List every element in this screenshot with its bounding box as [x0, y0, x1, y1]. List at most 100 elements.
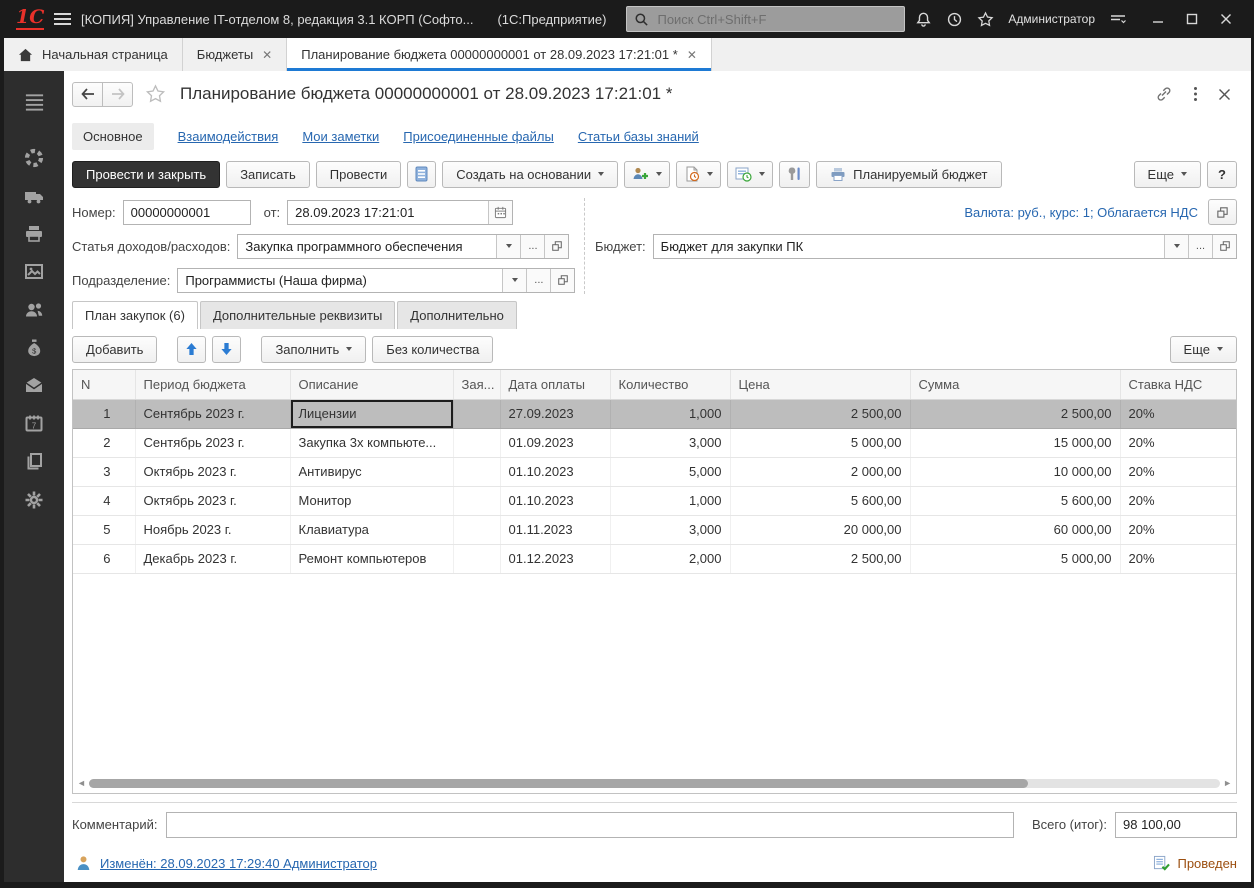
choose-icon[interactable]: ...	[526, 269, 550, 292]
col-header-vat-rate[interactable]: Ставка НДС	[1120, 370, 1236, 399]
scroll-left-icon[interactable]: ◄	[77, 779, 86, 788]
modified-link[interactable]: Изменён: 28.09.2023 17:29:40 Администрат…	[100, 856, 377, 871]
service-menu-icon[interactable]	[1109, 11, 1127, 27]
choose-icon[interactable]: ...	[520, 235, 544, 258]
table-row[interactable]: 6Декабрь 2023 г.Ремонт компьютеров01.12.…	[73, 544, 1236, 573]
more-menu-icon[interactable]	[1193, 86, 1198, 102]
cell-quantity[interactable]: 5,000	[610, 457, 730, 486]
cell-description[interactable]: Ремонт компьютеров	[290, 544, 453, 573]
currency-link[interactable]: Валюта: руб., курс: 1; Облагается НДС	[964, 205, 1198, 220]
tab-additional-attributes[interactable]: Дополнительные реквизиты	[200, 301, 395, 329]
cell-price[interactable]: 2 000,00	[730, 457, 910, 486]
cell-quantity[interactable]: 1,000	[610, 399, 730, 428]
copy-link-icon[interactable]	[1155, 86, 1173, 102]
mail-icon[interactable]	[4, 367, 64, 405]
department-input[interactable]	[178, 269, 502, 292]
nav-my-notes[interactable]: Мои заметки	[302, 129, 379, 144]
cell-vat-rate[interactable]: 20%	[1120, 515, 1236, 544]
cell-line-number[interactable]: 6	[73, 544, 135, 573]
tab-budgets[interactable]: Бюджеты ✕	[183, 38, 287, 71]
calendar-icon[interactable]	[488, 201, 512, 224]
cell-vat-rate[interactable]: 20%	[1120, 457, 1236, 486]
movements-button[interactable]	[407, 161, 436, 188]
maximize-icon[interactable]	[1177, 6, 1207, 32]
cell-quantity[interactable]: 3,000	[610, 515, 730, 544]
save-button[interactable]: Записать	[226, 161, 310, 188]
nav-main[interactable]: Основное	[72, 123, 154, 150]
table-row[interactable]: 1Сентябрь 2023 г.Лицензии27.09.20231,000…	[73, 399, 1236, 428]
table-row[interactable]: 3Октябрь 2023 г.Антивирус01.10.20235,000…	[73, 457, 1236, 486]
cell-budget-period[interactable]: Сентябрь 2023 г.	[135, 399, 290, 428]
cell-price[interactable]: 20 000,00	[730, 515, 910, 544]
col-header-sum[interactable]: Сумма	[910, 370, 1120, 399]
open-icon[interactable]	[544, 235, 568, 258]
table-row[interactable]: 5Ноябрь 2023 г.Клавиатура01.11.20233,000…	[73, 515, 1236, 544]
cell-budget-period[interactable]: Октябрь 2023 г.	[135, 457, 290, 486]
cell-quantity[interactable]: 3,000	[610, 428, 730, 457]
open-icon[interactable]	[550, 269, 574, 292]
tab-additional[interactable]: Дополнительно	[397, 301, 517, 329]
scroll-right-icon[interactable]: ►	[1223, 779, 1232, 788]
global-search[interactable]	[626, 6, 905, 32]
current-user[interactable]: Администратор	[1008, 12, 1095, 26]
comment-input[interactable]	[166, 812, 1014, 838]
move-up-button[interactable]	[177, 336, 206, 363]
planned-budget-button[interactable]: Планируемый бюджет	[816, 161, 1001, 188]
cell-sum[interactable]: 2 500,00	[910, 399, 1120, 428]
settings-tools-button[interactable]	[779, 161, 810, 188]
add-row-button[interactable]: Добавить	[72, 336, 157, 363]
cell-line-number[interactable]: 2	[73, 428, 135, 457]
cell-description[interactable]: Лицензии	[290, 399, 453, 428]
col-header-payment-date[interactable]: Дата оплаты	[500, 370, 610, 399]
main-menu-icon[interactable]	[4, 83, 64, 121]
tab-close-icon[interactable]: ✕	[262, 49, 272, 61]
cell-request[interactable]	[453, 457, 500, 486]
cell-payment-date[interactable]: 01.10.2023	[500, 486, 610, 515]
cell-sum[interactable]: 10 000,00	[910, 457, 1120, 486]
chevron-down-icon[interactable]	[502, 269, 526, 292]
favorite-star-icon[interactable]	[145, 84, 166, 104]
cell-price[interactable]: 2 500,00	[730, 399, 910, 428]
cell-description[interactable]: Клавиатура	[290, 515, 453, 544]
cell-description[interactable]: Монитор	[290, 486, 453, 515]
cell-price[interactable]: 5 600,00	[730, 486, 910, 515]
chevron-down-icon[interactable]	[1164, 235, 1188, 258]
col-header-n[interactable]: N	[73, 370, 135, 399]
money-icon[interactable]: $	[4, 329, 64, 367]
cell-budget-period[interactable]: Сентябрь 2023 г.	[135, 428, 290, 457]
cell-payment-date[interactable]: 01.09.2023	[500, 428, 610, 457]
col-header-description[interactable]: Описание	[290, 370, 453, 399]
list-history-button[interactable]	[727, 161, 773, 188]
create-based-on-button[interactable]: Создать на основании	[442, 161, 618, 188]
search-input[interactable]	[655, 11, 897, 28]
main-menu-icon[interactable]	[54, 13, 71, 25]
cell-description[interactable]: Закупка 3х компьюте...	[290, 428, 453, 457]
chevron-down-icon[interactable]	[496, 235, 520, 258]
map-icon[interactable]	[4, 253, 64, 291]
table-row[interactable]: 4Октябрь 2023 г.Монитор01.10.20231,0005 …	[73, 486, 1236, 515]
cell-sum[interactable]: 15 000,00	[910, 428, 1120, 457]
help-button[interactable]: ?	[1207, 161, 1237, 188]
choose-icon[interactable]: ...	[1188, 235, 1212, 258]
users-icon[interactable]	[4, 291, 64, 329]
cell-line-number[interactable]: 5	[73, 515, 135, 544]
more-button[interactable]: Еще	[1134, 161, 1201, 188]
minimize-icon[interactable]	[1143, 6, 1173, 32]
cell-line-number[interactable]: 1	[73, 399, 135, 428]
cell-request[interactable]	[453, 428, 500, 457]
cell-budget-period[interactable]: Ноябрь 2023 г.	[135, 515, 290, 544]
col-header-price[interactable]: Цена	[730, 370, 910, 399]
post-and-close-button[interactable]: Провести и закрыть	[72, 161, 220, 188]
bell-icon[interactable]	[915, 11, 932, 28]
cell-sum[interactable]: 60 000,00	[910, 515, 1120, 544]
cell-payment-date[interactable]: 01.10.2023	[500, 457, 610, 486]
tab-home[interactable]: Начальная страница	[4, 38, 183, 71]
cell-line-number[interactable]: 3	[73, 457, 135, 486]
scrollbar-track[interactable]	[89, 779, 1220, 788]
cell-request[interactable]	[453, 544, 500, 573]
cell-vat-rate[interactable]: 20%	[1120, 399, 1236, 428]
add-person-button[interactable]	[624, 161, 670, 188]
printer-icon[interactable]	[4, 215, 64, 253]
cell-request[interactable]	[453, 486, 500, 515]
table-more-button[interactable]: Еще	[1170, 336, 1237, 363]
